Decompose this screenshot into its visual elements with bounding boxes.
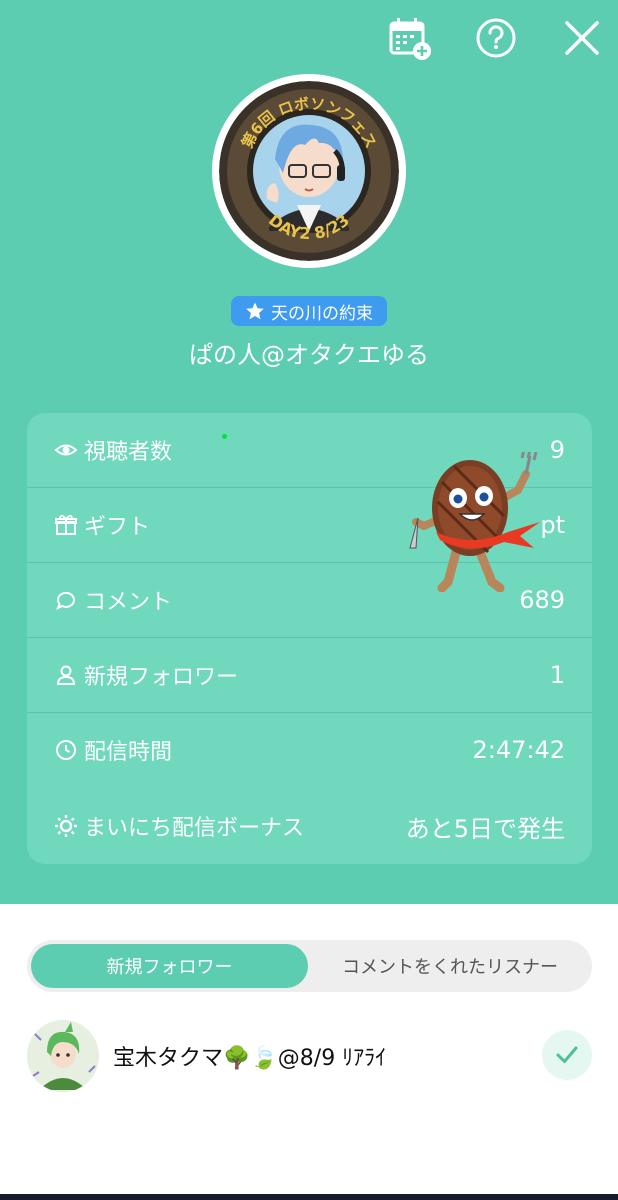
question-circle-icon (476, 18, 516, 58)
clock-icon (56, 740, 76, 760)
stat-label: まいにち配信ボーナス (84, 816, 305, 841)
avatar[interactable] (27, 1020, 99, 1092)
stat-row-new-followers: 新規フォロワー 1 (27, 638, 592, 712)
stat-value: 2:47:42 (472, 736, 565, 764)
stat-value: 9 (549, 436, 565, 464)
comment-icon (56, 591, 75, 611)
live-indicator-dot (222, 434, 227, 439)
tab-commenting-listeners[interactable]: コメントをくれたリスナー (312, 944, 588, 988)
close-button[interactable] (556, 12, 608, 64)
help-button[interactable] (470, 12, 522, 64)
calendar-add-button[interactable] (384, 12, 436, 64)
star-icon (246, 302, 264, 320)
stat-value: あと5日で発生 (405, 814, 565, 843)
stat-label: コメント (84, 590, 173, 615)
follower-name: 宝木タクマ🌳🍃@8/9 ﾘｱﾗｲ (113, 1046, 387, 1071)
eye-icon (54, 444, 78, 456)
stat-label: 新規フォロワー (84, 665, 239, 690)
list-item[interactable]: 宝木タクマ🌳🍃@8/9 ﾘｱﾗｲ (27, 1018, 592, 1092)
check-icon (556, 1046, 578, 1063)
gift-icon (55, 514, 77, 535)
steak-mascot-sticker (409, 452, 540, 592)
avatar-emblem-image: 第6回 ロボソンフェス DAY2 8/23 (219, 81, 399, 261)
tab-new-followers[interactable]: 新規フォロワー (31, 944, 308, 988)
badge-label: 天の川の約束 (271, 303, 373, 324)
calendar-plus-icon (389, 18, 431, 60)
stat-row-daily-bonus: まいにち配信ボーナス あと5日で発生 (27, 789, 592, 863)
close-icon (565, 21, 599, 55)
stat-label: 視聴者数 (84, 440, 173, 465)
stat-row-stream-time: 配信時間 2:47:42 (27, 713, 592, 787)
stat-label: 配信時間 (84, 740, 173, 765)
streamer-name: ぱの人@オタクエゆる (189, 341, 429, 369)
user-icon (56, 665, 76, 685)
stat-value: 1 (549, 661, 565, 689)
list-tabs: 新規フォロワー コメントをくれたリスナー (27, 940, 592, 992)
stat-label: ギフト (84, 515, 151, 540)
sun-icon (55, 815, 77, 837)
follower-avatar-image (27, 1020, 99, 1092)
streamer-avatar[interactable]: 第6回 ロボソンフェス DAY2 8/23 (219, 81, 399, 261)
stat-value: pt (540, 511, 565, 539)
followed-check-button[interactable] (542, 1030, 592, 1080)
bottom-edge-bar (0, 1194, 618, 1200)
achievement-badge: 天の川の約束 (231, 296, 387, 326)
